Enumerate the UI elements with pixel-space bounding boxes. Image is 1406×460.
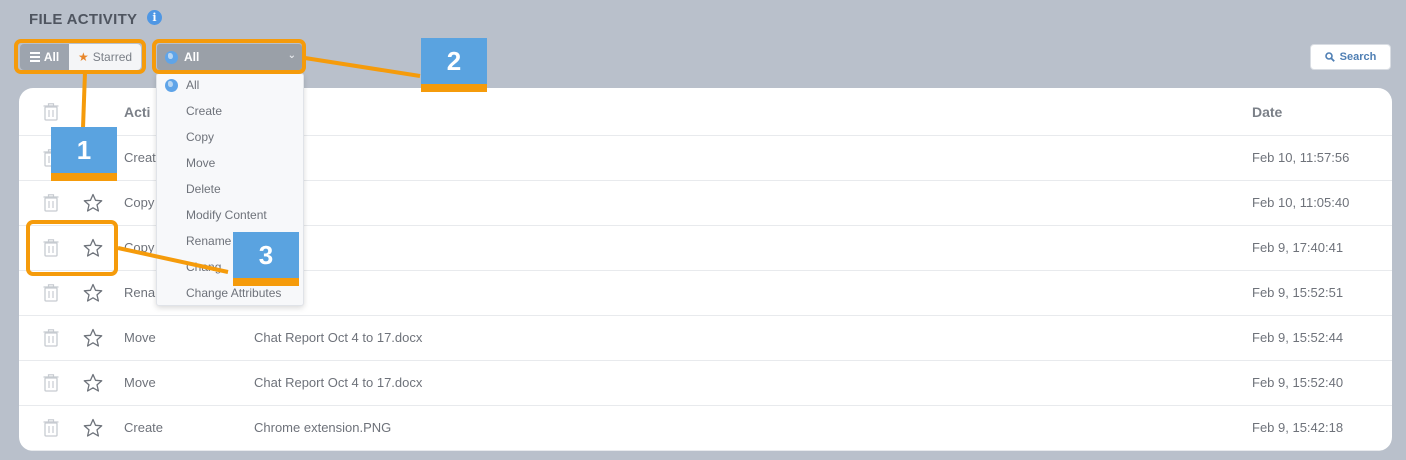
row-action: Creat [124,150,156,165]
trash-icon[interactable] [43,194,59,212]
star-outline-icon[interactable] [83,418,103,438]
dropdown-item[interactable]: Change Attributes [186,286,281,300]
annotation-box-toggle [14,39,146,74]
dropdown-item[interactable]: Rename [186,234,231,248]
dropdown-item[interactable]: Create [186,104,222,118]
annotation-box-row-actions [26,220,118,276]
dropdown-item[interactable]: Chang [186,260,221,274]
trash-icon[interactable] [43,419,59,437]
trash-icon[interactable] [43,374,59,392]
search-button[interactable]: Search [1310,44,1391,70]
dropdown-item[interactable]: All [186,78,199,92]
column-header-action[interactable]: Acti [124,104,150,120]
page-title: FILE ACTIVITY [29,11,138,28]
row-action: Renar [124,285,160,300]
row-date: Feb 9, 15:42:18 [1252,420,1344,435]
row-file-name[interactable]: Chat Report Oct 4 to 17.docx [254,330,422,345]
annotation-label-1: 1 [51,127,117,181]
row-file-name[interactable]: Chat Report Oct 4 to 17.docx [254,375,422,390]
info-icon[interactable]: i [147,10,162,25]
dropdown-item[interactable]: Copy [186,130,214,144]
annotation-box-filter [152,39,306,74]
row-action: Copy [124,195,155,210]
row-date: Feb 9, 15:52:40 [1252,375,1344,390]
dropdown-item[interactable]: Move [186,156,215,170]
star-outline-icon[interactable] [83,373,103,393]
row-action: Create [124,420,164,435]
row-date: Feb 10, 11:57:56 [1252,150,1350,165]
trash-icon[interactable] [43,284,59,302]
row-date: Feb 10, 11:05:40 [1252,195,1350,210]
table-row[interactable]: Create Chrome extension.PNG Feb 9, 15:42:1… [19,406,1392,451]
table-row[interactable]: Move Chat Report Oct 4 to 17.docx Feb 9, 1… [19,361,1392,406]
star-outline-icon[interactable] [83,283,103,303]
row-date: Feb 9, 15:52:51 [1252,285,1344,300]
dropdown-item[interactable]: Modify Content [186,208,267,222]
trash-icon[interactable] [43,103,59,121]
annotation-label-3: 3 [233,232,299,286]
row-action: Move [124,375,156,390]
table-row[interactable]: Move Chat Report Oct 4 to 17.docx Feb 9, 1… [19,316,1392,361]
row-action: Copy [124,240,155,255]
dropdown-item[interactable]: Delete [186,182,221,196]
trash-icon[interactable] [43,329,59,347]
row-date: Feb 9, 15:52:44 [1252,330,1344,345]
star-outline-icon[interactable] [83,193,103,213]
row-file-name[interactable]: Chrome extension.PNG [254,420,391,435]
annotation-label-2: 2 [421,38,487,92]
row-date: Feb 9, 17:40:41 [1252,240,1344,255]
row-action: Move [124,330,156,345]
globe-icon [165,79,178,92]
search-icon [1324,52,1335,62]
column-header-date[interactable]: Date [1252,104,1282,120]
star-outline-icon[interactable] [83,328,103,348]
search-label: Search [1339,51,1377,63]
